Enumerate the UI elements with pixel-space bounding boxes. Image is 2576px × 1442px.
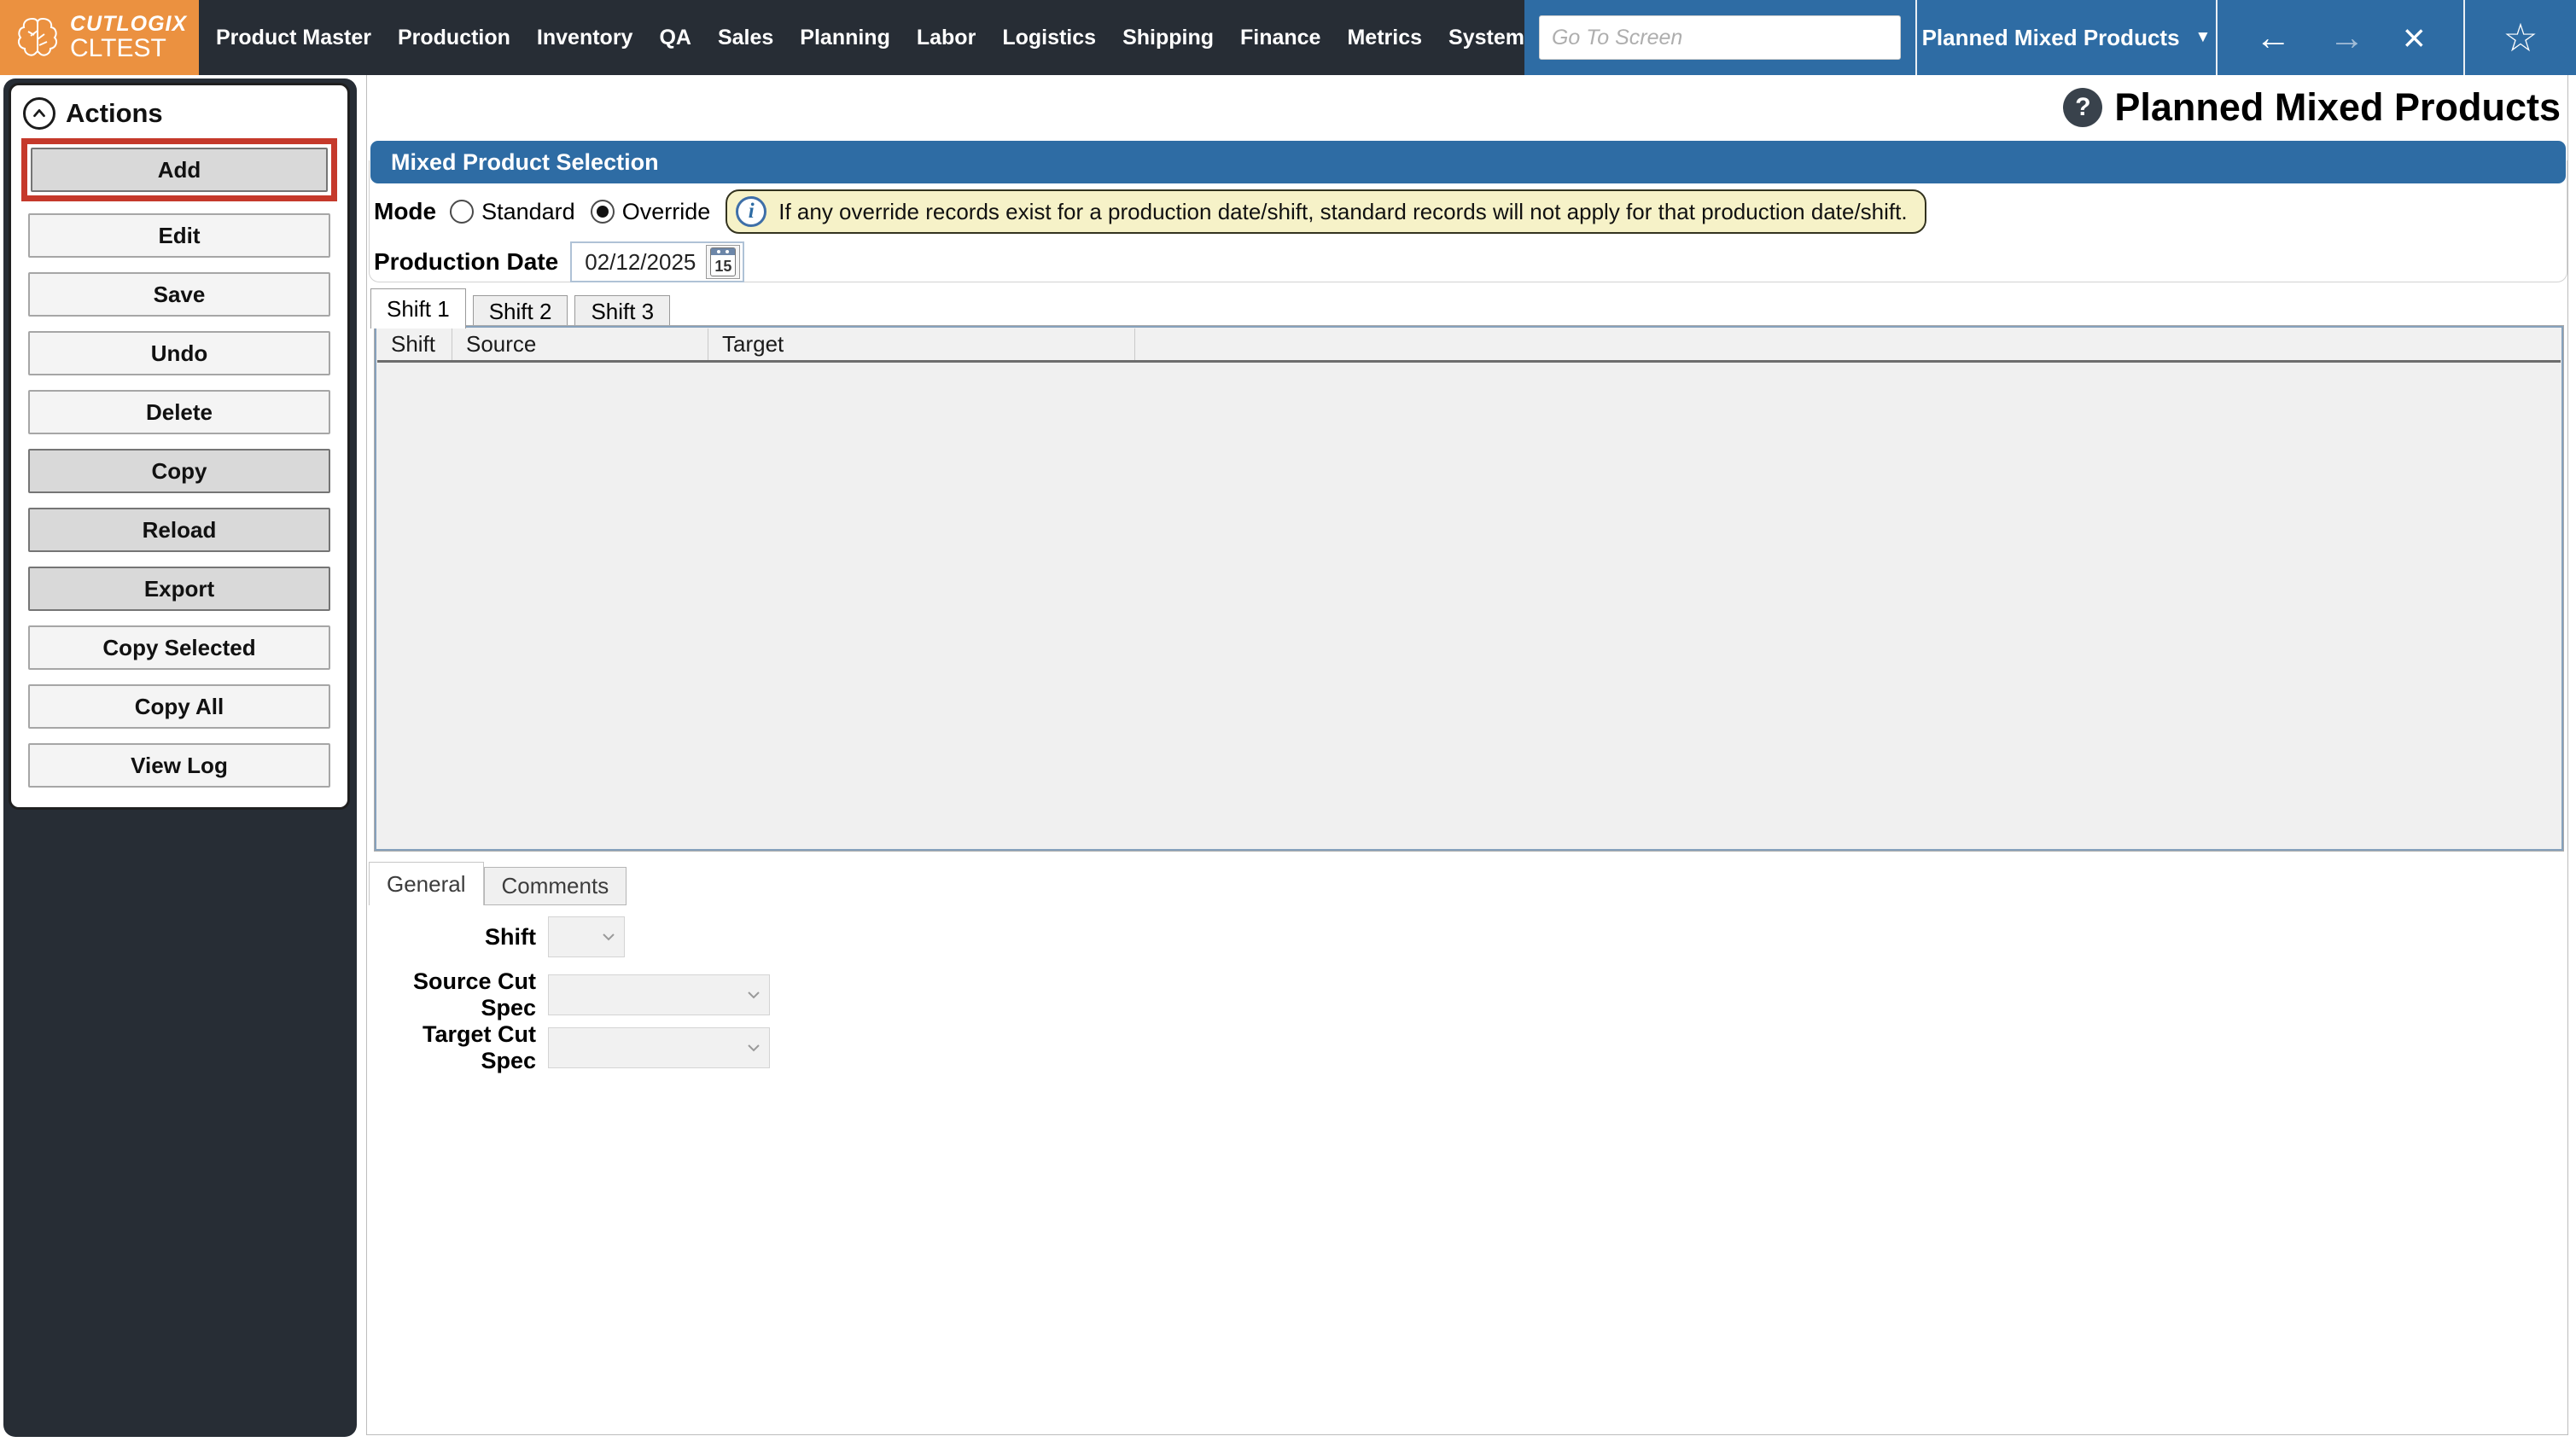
standard-radio-label[interactable]: Standard <box>481 199 575 225</box>
brand-name: CUTLOGIX <box>70 12 188 37</box>
source-cut-spec-label: Source Cut Spec <box>412 968 536 1020</box>
menu-item-qa[interactable]: QA <box>659 26 691 50</box>
calendar-icon: 15 <box>710 247 737 276</box>
save-button[interactable]: Save <box>28 272 330 317</box>
view-log-button[interactable]: View Log <box>28 743 330 788</box>
production-date-label: Production Date <box>374 248 559 275</box>
page-title: Planned Mixed Products <box>2114 85 2561 129</box>
go-to-screen-wrap <box>1524 15 1915 60</box>
quick-access-zone: Planned Mixed Products ▼ ← → × ☆ <box>1524 0 2576 75</box>
standard-radio[interactable] <box>450 200 475 224</box>
actions-panel: Actions Add Edit Save Undo Delete Copy R… <box>9 83 350 810</box>
forward-arrow-icon[interactable]: → <box>2329 20 2365 55</box>
environment-name: CLTEST <box>70 34 166 63</box>
main-content-panel: ? Planned Mixed Products Mixed Product S… <box>366 75 2568 1435</box>
detail-tab-strip: General Comments <box>369 861 627 905</box>
add-button[interactable]: Add <box>31 148 328 192</box>
screen-selector-dropdown[interactable]: Planned Mixed Products ▼ <box>1917 0 2216 75</box>
production-date-row: Production Date 02/12/2025 15 <box>374 241 745 283</box>
calendar-day: 15 <box>714 258 732 275</box>
calendar-picker-button[interactable]: 15 <box>706 245 741 279</box>
actions-header: Actions <box>11 92 347 138</box>
grid-body-empty[interactable] <box>377 363 2561 847</box>
mode-row: Mode Standard Override i If any override… <box>374 189 1926 234</box>
info-icon: i <box>736 196 767 227</box>
delete-button[interactable]: Delete <box>28 390 330 434</box>
menu-item-finance[interactable]: Finance <box>1240 26 1320 50</box>
column-header-shift[interactable]: Shift <box>377 329 452 360</box>
screen-selector-value: Planned Mixed Products <box>1921 24 2180 50</box>
menu-item-metrics[interactable]: Metrics <box>1347 26 1422 50</box>
shift-dropdown[interactable] <box>548 916 625 957</box>
close-icon[interactable]: × <box>2403 18 2426 57</box>
menu-item-product-master[interactable]: Product Master <box>216 26 371 50</box>
app-window: CUTLOGIX CLTEST Product Master Productio… <box>0 0 2576 1442</box>
column-header-target[interactable]: Target <box>708 329 1135 360</box>
favorite-star-icon[interactable]: ☆ <box>2503 15 2538 61</box>
grid-header-row: Shift Source Target <box>377 329 2561 363</box>
copy-all-button[interactable]: Copy All <box>28 684 330 729</box>
menu-item-labor[interactable]: Labor <box>917 26 976 50</box>
copy-selected-button[interactable]: Copy Selected <box>28 625 330 670</box>
brain-logo-icon <box>17 17 58 56</box>
actions-title: Actions <box>66 98 163 128</box>
menu-item-inventory[interactable]: Inventory <box>537 26 633 50</box>
shift-field-row: Shift <box>374 916 625 957</box>
menu-item-planning[interactable]: Planning <box>800 26 890 50</box>
top-navigation-bar: CUTLOGIX CLTEST Product Master Productio… <box>0 0 2576 75</box>
production-date-value[interactable]: 02/12/2025 <box>574 249 706 276</box>
reload-button[interactable]: Reload <box>28 508 330 552</box>
source-cut-spec-row: Source Cut Spec <box>374 968 770 1021</box>
menu-item-logistics[interactable]: Logistics <box>1002 26 1096 50</box>
history-controls: ← → × <box>2218 0 2463 75</box>
target-cut-spec-dropdown[interactable] <box>548 1027 770 1068</box>
edit-button[interactable]: Edit <box>28 213 330 258</box>
export-button[interactable]: Export <box>28 567 330 611</box>
override-radio[interactable] <box>590 200 615 224</box>
brand-text: CUTLOGIX CLTEST <box>70 13 187 62</box>
main-menu: Product Master Production Inventory QA S… <box>199 0 1524 75</box>
target-cut-spec-row: Target Cut Spec <box>374 1021 770 1074</box>
tab-general[interactable]: General <box>369 862 484 905</box>
menu-item-sales[interactable]: Sales <box>718 26 773 50</box>
override-info-box: i If any override records exist for a pr… <box>726 189 1926 234</box>
tab-comments[interactable]: Comments <box>483 867 627 905</box>
menu-item-system[interactable]: System <box>1448 26 1524 50</box>
column-header-source[interactable]: Source <box>452 329 708 360</box>
override-radio-label[interactable]: Override <box>622 199 711 225</box>
menu-item-production[interactable]: Production <box>398 26 510 50</box>
copy-button[interactable]: Copy <box>28 449 330 493</box>
sidebar: Actions Add Edit Save Undo Delete Copy R… <box>3 78 357 1437</box>
mixed-products-grid: Shift Source Target <box>374 325 2564 852</box>
undo-button[interactable]: Undo <box>28 331 330 375</box>
production-date-input-group: 02/12/2025 15 <box>570 241 745 282</box>
menu-item-shipping[interactable]: Shipping <box>1122 26 1214 50</box>
chevron-down-icon: ▼ <box>2194 28 2212 46</box>
collapse-chevron-icon[interactable] <box>23 97 55 130</box>
help-icon[interactable]: ? <box>2063 88 2103 127</box>
page-title-row: ? Planned Mixed Products <box>2063 85 2561 130</box>
tab-shift-2[interactable]: Shift 2 <box>472 295 568 329</box>
source-cut-spec-dropdown[interactable] <box>548 974 770 1015</box>
go-to-screen-input[interactable] <box>1538 15 1901 60</box>
tab-shift-1[interactable]: Shift 1 <box>370 288 466 329</box>
brand-logo: CUTLOGIX CLTEST <box>0 0 199 75</box>
target-cut-spec-label: Target Cut Spec <box>423 1021 536 1073</box>
add-button-highlight: Add <box>21 138 337 201</box>
tab-shift-3[interactable]: Shift 3 <box>574 295 671 329</box>
mode-label: Mode <box>374 198 437 224</box>
shift-tab-strip: Shift 1 Shift 2 Shift 3 <box>370 288 671 329</box>
shift-field-label: Shift <box>485 923 536 950</box>
favorite-zone: ☆ <box>2465 15 2576 61</box>
back-arrow-icon[interactable]: ← <box>2255 20 2291 55</box>
override-info-message: If any override records exist for a prod… <box>778 198 1908 224</box>
